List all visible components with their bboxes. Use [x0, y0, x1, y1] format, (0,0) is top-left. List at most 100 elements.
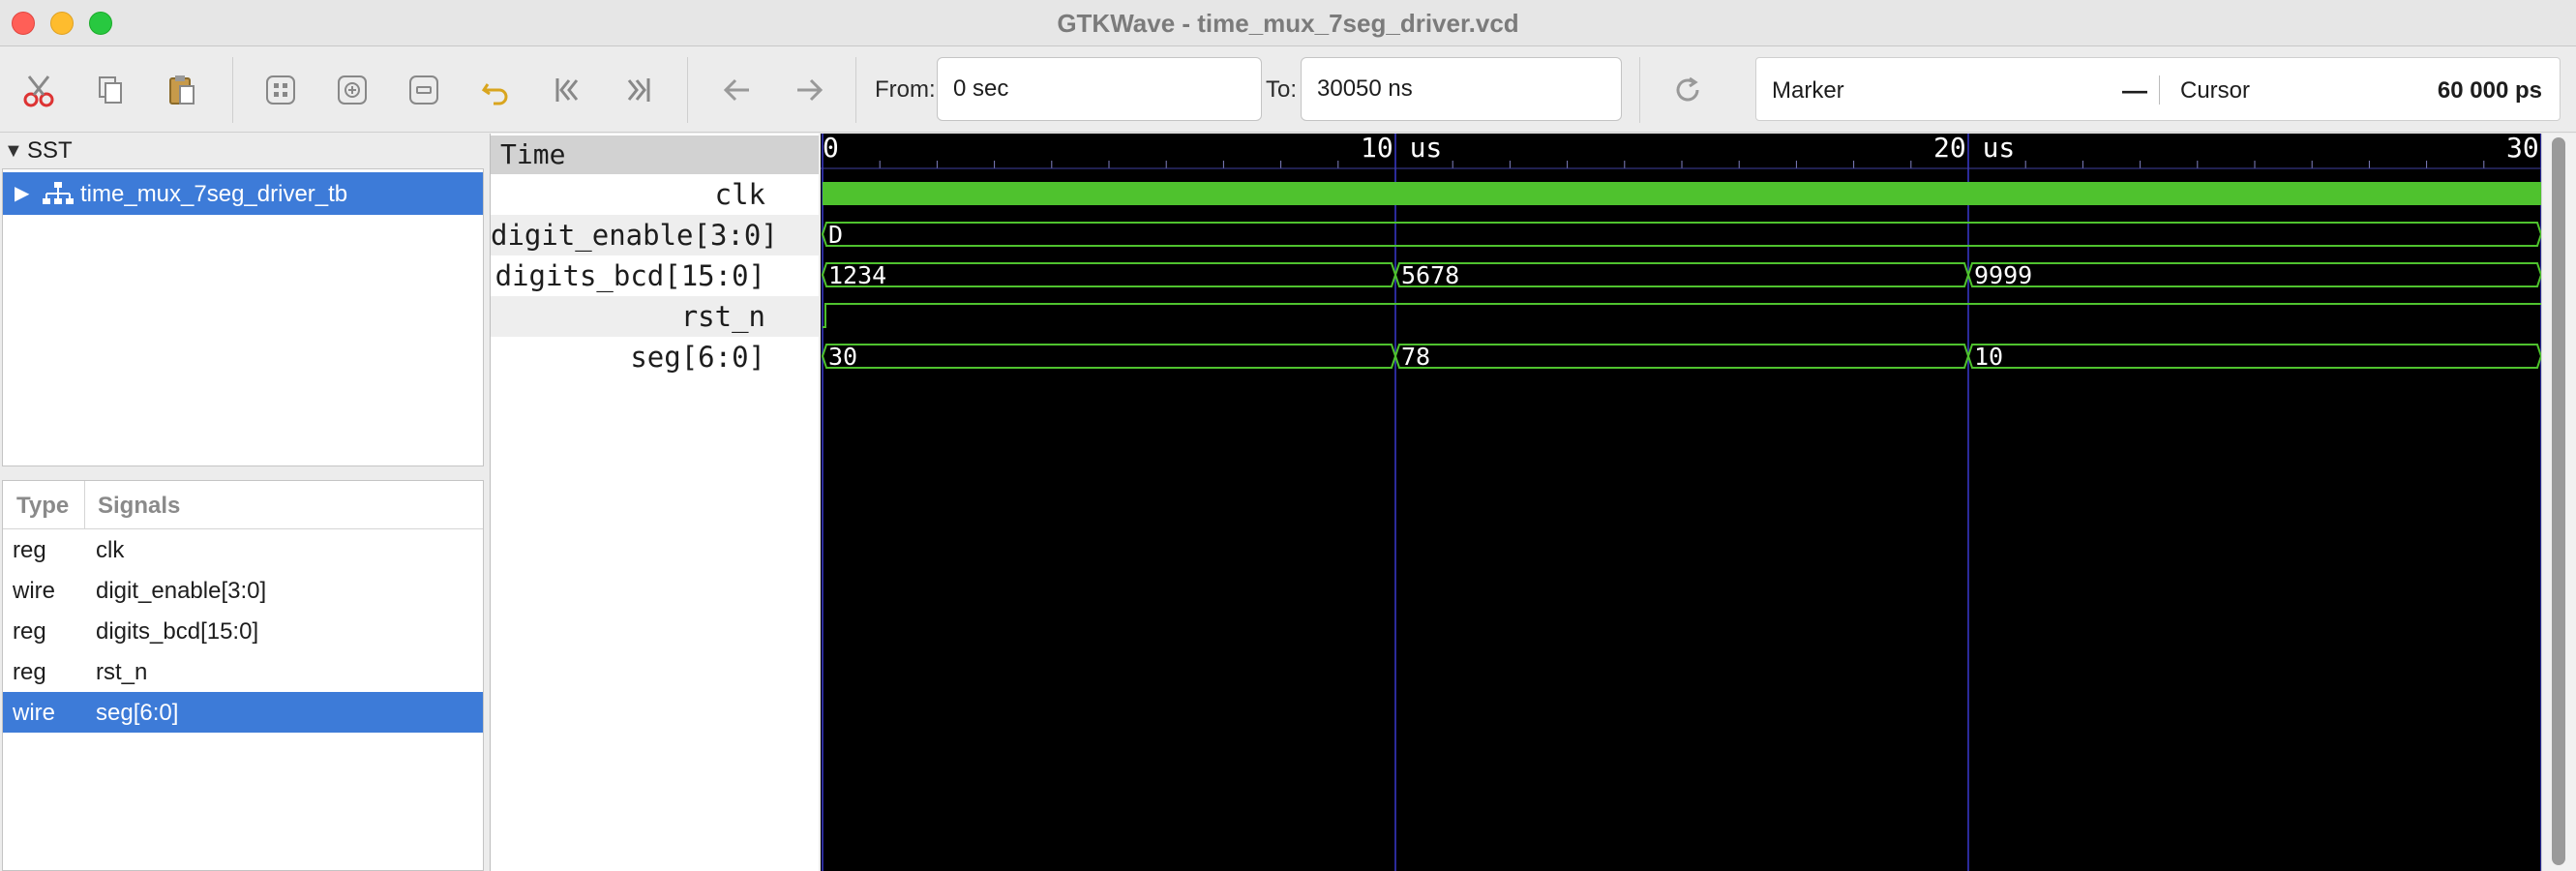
cursor-label: Cursor: [2180, 77, 2251, 104]
time-ruler: [821, 134, 2541, 172]
paste-button[interactable]: [161, 69, 203, 111]
sst-header[interactable]: ▼ SST: [0, 134, 490, 168]
bus-segment: [1966, 262, 2541, 287]
prev-edge-icon: [723, 78, 749, 102]
signals-table: Type Signals reg clk wire digit_enable[3…: [2, 480, 484, 871]
zoom-fit-button[interactable]: [259, 69, 302, 111]
wave-signal-name[interactable]: rst_n: [491, 296, 822, 337]
bus-segment: [821, 222, 2541, 247]
signals-table-row[interactable]: reg rst_n: [3, 651, 483, 692]
signals-table-row[interactable]: reg digits_bcd[15:0]: [3, 611, 483, 651]
time-header: Time: [491, 135, 822, 174]
bus-value-label: 5678: [1401, 261, 1459, 289]
column-divider: [84, 481, 85, 529]
cut-button[interactable]: [17, 69, 60, 111]
signal-name: digits_bcd[15:0]: [96, 618, 259, 645]
signal-type: reg: [13, 537, 46, 563]
ruler-tick-label: 30 us: [2506, 134, 2541, 164]
zoom-fit-icon: [266, 75, 295, 105]
title-bar: GTKWave - time_mux_7seg_driver.vcd: [0, 0, 2576, 46]
paste-icon: [169, 75, 195, 105]
waveform-pane[interactable]: 0 10 us 20 us 30 us D 1234 5678 9999 30 78 10: [821, 134, 2541, 871]
next-edge-icon: [797, 78, 824, 102]
copy-icon: [99, 76, 122, 104]
marker-cursor-panel: Marker — Cursor 60 000 ps: [1755, 57, 2561, 121]
sst-tree-item-label: time_mux_7seg_driver_tb: [80, 181, 348, 207]
reload-icon: [1676, 76, 1699, 102]
signal-type: reg: [13, 618, 46, 645]
jump-start-icon: [555, 78, 579, 102]
reload-button[interactable]: [1666, 69, 1709, 111]
zoom-in-button[interactable]: [331, 69, 374, 111]
cut-icon: [23, 75, 54, 107]
hierarchy-icon: [43, 182, 74, 204]
bus-segment: [1393, 262, 1970, 287]
marker-label: Marker: [1772, 77, 1844, 104]
ruler-tick-label: 20 us: [1933, 134, 2015, 164]
jump-to-end-button[interactable]: [617, 69, 660, 111]
column-header-signals[interactable]: Signals: [98, 493, 180, 520]
bus-value-label: 30: [828, 343, 857, 371]
bus-value-label: D: [828, 221, 843, 249]
bit-trace: [823, 303, 2541, 328]
ruler-tick-label: 0: [823, 134, 839, 164]
sst-tree-item[interactable]: ▶ time_mux_7seg_driver_tb: [3, 172, 483, 215]
wave-signal-name[interactable]: digits_bcd[15:0]: [491, 255, 822, 296]
undo-zoom-button[interactable]: [474, 69, 517, 111]
wave-signal-name[interactable]: clk: [491, 174, 822, 215]
collapse-triangle-icon[interactable]: ▼: [4, 140, 23, 163]
marker-value: —: [2122, 75, 2147, 105]
signal-name: digit_enable[3:0]: [96, 578, 267, 604]
toolbar: From: 0 sec To: 30050 ns Marker — Cursor…: [0, 47, 2576, 133]
bus-value-label: 1234: [828, 261, 886, 289]
clock-trace: [823, 182, 2541, 205]
jump-end-icon: [627, 78, 650, 102]
sst-label: SST: [27, 137, 73, 164]
toolbar-separator: [687, 57, 688, 123]
ruler-tick-label: 10 us: [1361, 134, 1442, 164]
to-label: To:: [1266, 76, 1298, 103]
zoom-in-icon: [338, 75, 367, 105]
from-label: From:: [875, 76, 936, 103]
zoom-out-button[interactable]: [403, 69, 445, 111]
bus-segment: [1966, 344, 2541, 369]
wave-vertical-scrollbar[interactable]: [2541, 134, 2576, 871]
expand-arrow-icon[interactable]: ▶: [15, 181, 29, 205]
from-field[interactable]: 0 sec: [937, 57, 1262, 121]
cursor-value: 60 000 ps: [2437, 77, 2542, 104]
signal-type: wire: [13, 700, 56, 726]
bus-value-label: 78: [1401, 343, 1430, 371]
window-title: GTKWave - time_mux_7seg_driver.vcd: [1057, 9, 1519, 38]
jump-to-start-button[interactable]: [546, 69, 588, 111]
copy-button[interactable]: [89, 69, 132, 111]
marker-divider: [2159, 75, 2160, 105]
bus-segment: [1393, 344, 1970, 369]
signal-name: rst_n: [96, 659, 148, 685]
time-header-label: Time: [500, 138, 566, 170]
find-previous-edge-button[interactable]: [716, 69, 759, 111]
sst-tree: ▶ time_mux_7seg_driver_tb: [2, 168, 484, 466]
bus-segment: [821, 262, 1397, 287]
find-next-edge-button[interactable]: [788, 69, 830, 111]
bus-value-label: 9999: [1974, 261, 2032, 289]
wave-signal-name[interactable]: seg[6:0]: [491, 337, 822, 377]
to-field[interactable]: 30050 ns: [1301, 57, 1622, 121]
bus-segment: [821, 344, 1397, 369]
bus-value-label: 10: [1974, 343, 2003, 371]
wave-signal-name[interactable]: digit_enable[3:0]: [491, 215, 822, 255]
undo-icon: [481, 83, 508, 105]
signals-table-row-selected[interactable]: wire seg[6:0]: [3, 692, 483, 733]
signal-name: seg[6:0]: [96, 700, 179, 726]
toolbar-separator: [1639, 57, 1640, 123]
signals-table-row[interactable]: wire digit_enable[3:0]: [3, 570, 483, 611]
signal-names-pane: Time clk digit_enable[3:0] digits_bcd[15…: [490, 134, 822, 871]
waveform-canvas[interactable]: 0 10 us 20 us 30 us D 1234 5678 9999 30 78 10: [821, 134, 2541, 871]
signals-table-row[interactable]: reg clk: [3, 529, 483, 570]
column-header-type[interactable]: Type: [16, 493, 69, 520]
signal-name: clk: [96, 537, 125, 563]
zoom-out-icon: [409, 75, 438, 105]
signals-table-header: Type Signals: [3, 481, 483, 529]
toolbar-separator: [855, 57, 856, 123]
scrollbar-thumb[interactable]: [2552, 137, 2565, 865]
toolbar-separator: [232, 57, 233, 123]
